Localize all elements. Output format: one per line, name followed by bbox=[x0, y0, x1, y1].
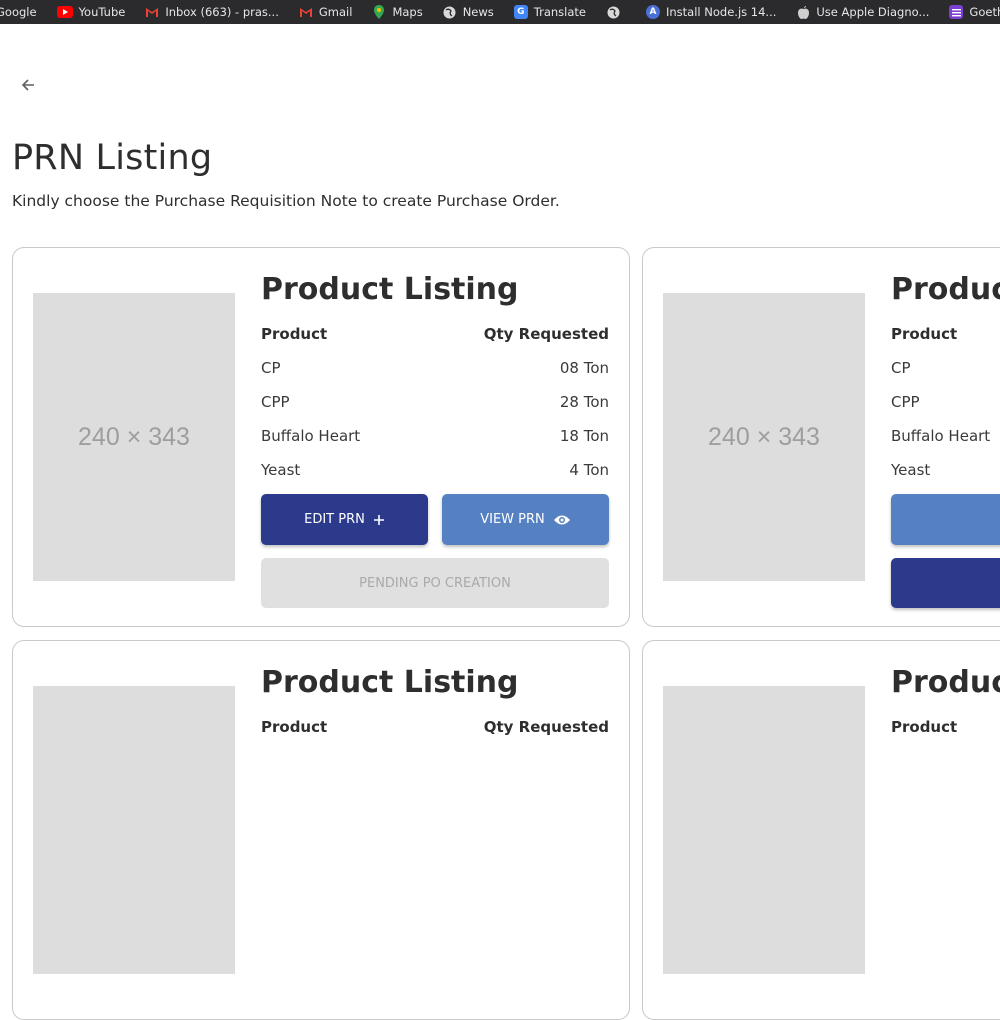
eye-icon bbox=[553, 514, 571, 526]
bookmark-translate[interactable]: G Translate bbox=[513, 5, 586, 19]
gmail-icon bbox=[299, 5, 313, 19]
product-qty: 08 Ton bbox=[559, 359, 609, 377]
product-name: Buffalo Heart bbox=[261, 427, 361, 445]
table-row: Yeast bbox=[891, 460, 1000, 480]
card-actions: EDIT PRN VIEW PRN bbox=[261, 494, 609, 545]
table-row: Yeast 4 Ton bbox=[261, 460, 609, 480]
product-name: CP bbox=[261, 359, 281, 377]
card-info: Product Listing Product CP CPP Buffalo H… bbox=[891, 270, 1000, 608]
prn-card: Product Listing Product bbox=[642, 640, 1000, 1020]
table-row: CPP bbox=[891, 392, 1000, 412]
table-row: CP bbox=[891, 358, 1000, 378]
card-title: Product Listing bbox=[261, 665, 519, 700]
edit-prn-label: EDIT PRN bbox=[304, 512, 365, 527]
bookmark-youtube[interactable]: YouTube bbox=[56, 5, 126, 19]
product-name: Yeast bbox=[261, 461, 301, 479]
view-prn-label: VIEW PRN bbox=[480, 512, 545, 527]
bookmark-label: News bbox=[462, 5, 494, 19]
gmail-icon bbox=[145, 5, 159, 19]
product-name: CPP bbox=[261, 393, 290, 411]
product-name: Yeast bbox=[891, 461, 931, 479]
bookmarks-bar: Google YouTube Inbox (663) - pras... Gma… bbox=[0, 0, 1000, 24]
product-image-placeholder: 240 × 343 bbox=[33, 293, 235, 581]
column-product: Product bbox=[261, 718, 328, 736]
product-qty: 4 Ton bbox=[569, 461, 609, 479]
bookmark-label: Gmail bbox=[318, 5, 353, 19]
translate-icon: G bbox=[513, 5, 528, 19]
bookmark-inbox[interactable]: Inbox (663) - pras... bbox=[145, 5, 279, 19]
plus-icon bbox=[373, 514, 385, 526]
bookmark-goethe[interactable]: Goethe Zertifikat bbox=[949, 5, 1000, 19]
card-actions bbox=[891, 494, 1000, 545]
card-info: Product Listing Product bbox=[891, 663, 1000, 737]
goethe-icon bbox=[949, 5, 964, 19]
table-header: Product bbox=[891, 324, 1000, 344]
view-prn-button[interactable]: VIEW PRN bbox=[442, 494, 609, 545]
product-name: CPP bbox=[891, 393, 920, 411]
bookmark-label: Inbox (663) - pras... bbox=[165, 5, 279, 19]
bookmark-label: Maps bbox=[392, 5, 423, 19]
table-row: Buffalo Heart 18 Ton bbox=[261, 426, 609, 446]
prn-card: 240 × 343 Product Listing Product Qty Re… bbox=[12, 247, 630, 627]
bookmark-maps[interactable]: Maps bbox=[372, 5, 423, 19]
prn-card: 240 × 343 Product Listing Product CP CPP… bbox=[642, 247, 1000, 627]
product-name: CP bbox=[891, 359, 911, 377]
product-qty: 28 Ton bbox=[559, 393, 609, 411]
bookmark-label: Install Node.js 14... bbox=[666, 5, 777, 19]
back-arrow-icon[interactable] bbox=[17, 74, 39, 96]
globe-icon bbox=[606, 5, 620, 19]
product-qty: 18 Ton bbox=[559, 427, 609, 445]
prn-card: Product Listing Product Qty Requested bbox=[12, 640, 630, 1020]
column-product: Product bbox=[891, 325, 958, 343]
column-qty: Qty Requested bbox=[483, 325, 609, 343]
card-info: Product Listing Product Qty Requested bbox=[261, 663, 609, 737]
bookmark-label: Use Apple Diagno... bbox=[816, 5, 930, 19]
bookmark-label: Google bbox=[0, 5, 37, 19]
pending-po-status: PENDING PO CREATION bbox=[261, 558, 609, 608]
youtube-icon bbox=[56, 6, 73, 18]
maps-icon bbox=[372, 5, 386, 19]
product-image-placeholder bbox=[663, 686, 865, 974]
table-header: Product bbox=[891, 717, 1000, 737]
bookmark-globe[interactable] bbox=[606, 5, 626, 19]
bookmark-news[interactable]: News bbox=[443, 5, 494, 19]
view-prn-button[interactable] bbox=[891, 494, 1000, 545]
bookmark-label: YouTube bbox=[78, 5, 126, 19]
bookmark-google[interactable]: Google bbox=[0, 5, 37, 19]
globe-icon bbox=[443, 5, 457, 19]
bookmark-apple[interactable]: Use Apple Diagno... bbox=[796, 5, 929, 19]
bookmark-label: Translate bbox=[533, 5, 586, 19]
card-title: Product Listing bbox=[891, 665, 1000, 700]
card-title: Product Listing bbox=[261, 272, 519, 307]
node-icon: A bbox=[646, 5, 660, 19]
bookmark-node[interactable]: A Install Node.js 14... bbox=[646, 5, 776, 19]
table-row: CP 08 Ton bbox=[261, 358, 609, 378]
card-title: Product Listing bbox=[891, 272, 1000, 307]
product-image-placeholder: 240 × 343 bbox=[663, 293, 865, 581]
page-title: PRN Listing bbox=[12, 138, 213, 178]
product-image-placeholder bbox=[33, 686, 235, 974]
create-po-button[interactable] bbox=[891, 558, 1000, 608]
apple-icon bbox=[796, 5, 810, 19]
bookmark-gmail[interactable]: Gmail bbox=[299, 5, 353, 19]
bookmark-label: Goethe Zertifikat bbox=[969, 5, 1000, 19]
product-name: Buffalo Heart bbox=[891, 427, 991, 445]
edit-prn-button[interactable]: EDIT PRN bbox=[261, 494, 428, 545]
column-product: Product bbox=[891, 718, 958, 736]
column-qty: Qty Requested bbox=[483, 718, 609, 736]
page-subtitle: Kindly choose the Purchase Requisition N… bbox=[12, 192, 560, 210]
table-row: Buffalo Heart bbox=[891, 426, 1000, 446]
column-product: Product bbox=[261, 325, 328, 343]
table-header: Product Qty Requested bbox=[261, 717, 609, 737]
card-info: Product Listing Product Qty Requested CP… bbox=[261, 270, 609, 608]
table-row: CPP 28 Ton bbox=[261, 392, 609, 412]
table-header: Product Qty Requested bbox=[261, 324, 609, 344]
